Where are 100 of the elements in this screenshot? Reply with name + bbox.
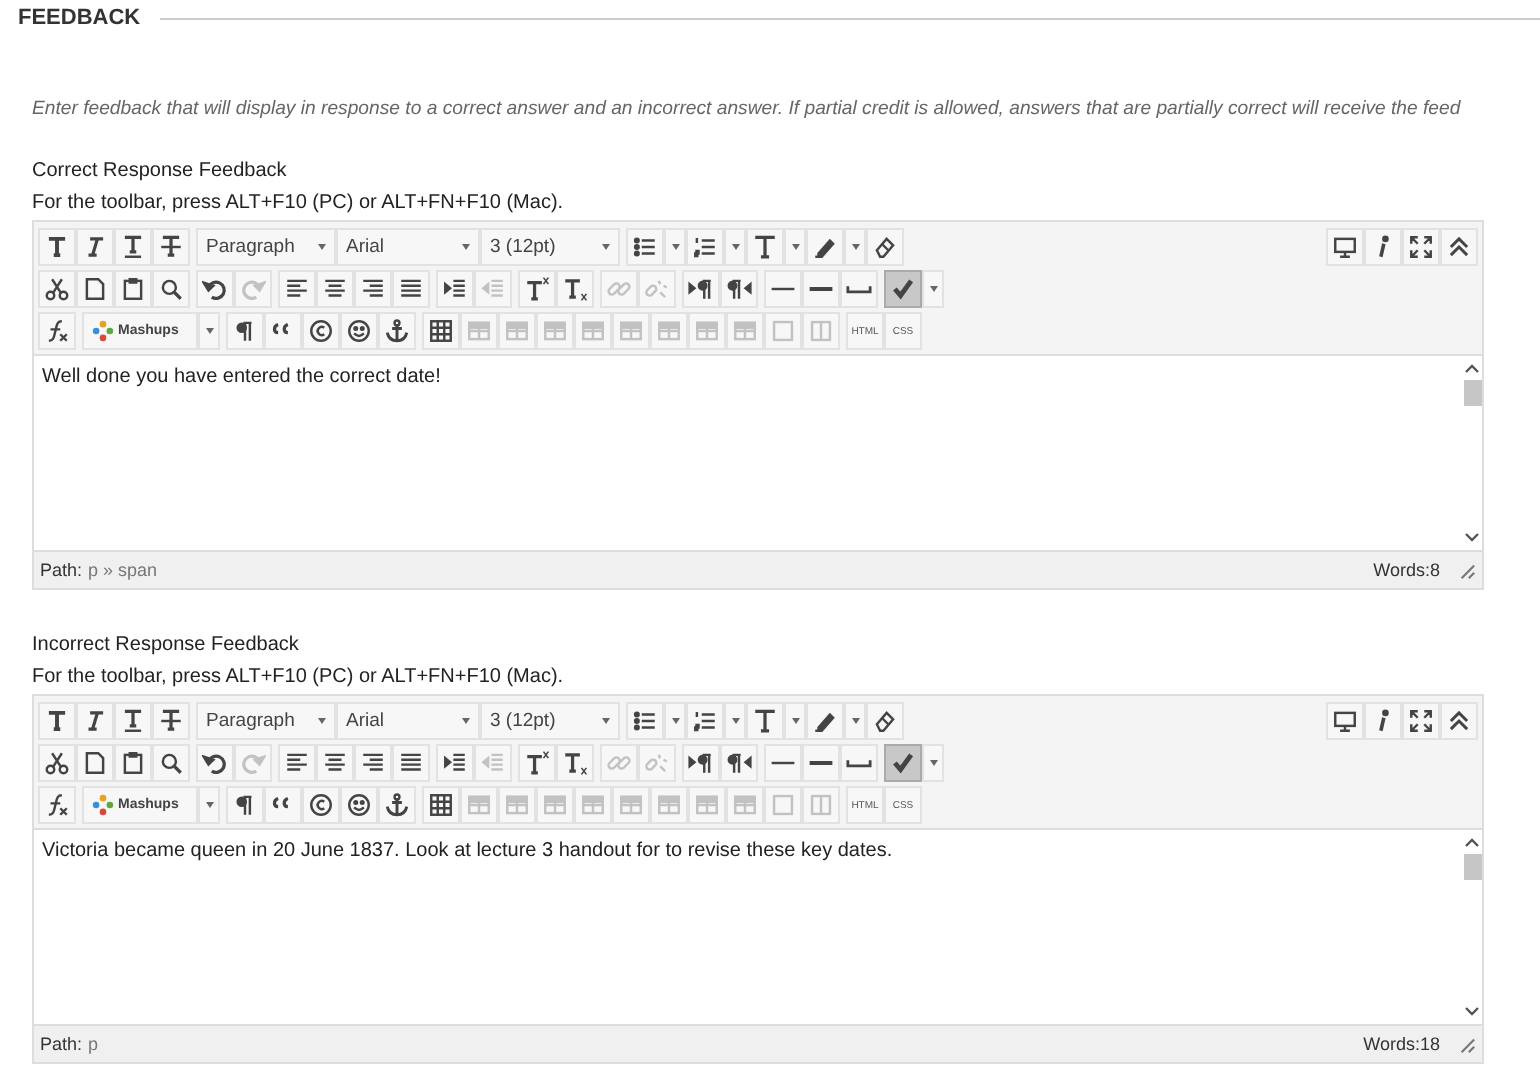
align-center-button[interactable] — [316, 744, 354, 782]
underline-button[interactable] — [114, 228, 152, 266]
subscript-button[interactable] — [556, 270, 594, 308]
italic-button[interactable] — [76, 228, 114, 266]
menu-arrow-button[interactable] — [922, 270, 944, 308]
align-right-button[interactable] — [354, 744, 392, 782]
math-editor-button[interactable] — [38, 786, 76, 824]
mashups-menu-button[interactable] — [198, 312, 220, 350]
highlight-button[interactable] — [806, 228, 844, 266]
strikethrough-button[interactable] — [152, 702, 190, 740]
paragraph-mark-button[interactable] — [226, 786, 264, 824]
blockquote-button[interactable] — [264, 312, 302, 350]
anchor-button[interactable] — [378, 312, 416, 350]
italic-button[interactable] — [76, 702, 114, 740]
font-dropdown[interactable]: Arial — [336, 702, 480, 740]
bold-button[interactable] — [38, 228, 76, 266]
nonbreaking-space-button[interactable] — [840, 744, 878, 782]
special-character-button[interactable] — [302, 312, 340, 350]
subscript-button[interactable] — [556, 744, 594, 782]
table-button[interactable] — [422, 786, 460, 824]
cut-button[interactable] — [38, 270, 76, 308]
nonbreaking-space-button[interactable] — [840, 270, 878, 308]
numbered-list-button[interactable] — [686, 702, 724, 740]
horizontal-line-button[interactable] — [764, 270, 802, 308]
undo-button[interactable] — [196, 270, 234, 308]
menu-arrow-button[interactable] — [664, 702, 686, 740]
math-editor-button[interactable] — [38, 312, 76, 350]
clear-formatting-button[interactable] — [866, 228, 904, 266]
align-right-button[interactable] — [354, 270, 392, 308]
right-to-left-button[interactable] — [720, 270, 758, 308]
text-color-button[interactable] — [746, 702, 784, 740]
spellcheck-button[interactable] — [884, 270, 922, 308]
superscript-button[interactable] — [518, 744, 556, 782]
menu-arrow-button[interactable] — [784, 702, 806, 740]
thick-line-button[interactable] — [802, 270, 840, 308]
size-dropdown[interactable]: 3 (12pt) — [480, 702, 620, 740]
left-to-right-button[interactable] — [682, 270, 720, 308]
fullscreen-button[interactable] — [1402, 702, 1440, 740]
bullet-list-button[interactable] — [626, 228, 664, 266]
scroll-thumb[interactable] — [1463, 854, 1481, 880]
anchor-button[interactable] — [378, 786, 416, 824]
menu-arrow-button[interactable] — [724, 228, 746, 266]
menu-arrow-button[interactable] — [664, 228, 686, 266]
indent-button[interactable] — [436, 270, 474, 308]
table-button[interactable] — [422, 312, 460, 350]
text-color-button[interactable] — [746, 228, 784, 266]
info-button[interactable] — [1364, 228, 1402, 266]
superscript-button[interactable] — [518, 270, 556, 308]
find-button[interactable] — [152, 744, 190, 782]
bold-button[interactable] — [38, 702, 76, 740]
info-button[interactable] — [1364, 702, 1402, 740]
format-dropdown[interactable]: Paragraph — [196, 228, 336, 266]
editor-text[interactable]: Victoria became queen in 20 June 1837. Look at lecture 3 handout for to revise these key dates. — [34, 830, 1462, 1024]
new-document-button[interactable] — [76, 744, 114, 782]
blockquote-button[interactable] — [264, 786, 302, 824]
menu-arrow-button[interactable] — [784, 228, 806, 266]
collapse-button[interactable] — [1440, 702, 1478, 740]
right-to-left-button[interactable] — [720, 744, 758, 782]
resize-grip-icon[interactable] — [1458, 561, 1476, 579]
special-character-button[interactable] — [302, 786, 340, 824]
emoticon-button[interactable] — [340, 312, 378, 350]
numbered-list-button[interactable] — [686, 228, 724, 266]
preview-button[interactable] — [1326, 228, 1364, 266]
justify-button[interactable] — [392, 744, 430, 782]
undo-button[interactable] — [196, 744, 234, 782]
emoticon-button[interactable] — [340, 786, 378, 824]
align-left-button[interactable] — [278, 744, 316, 782]
paste-button[interactable] — [114, 270, 152, 308]
thick-line-button[interactable] — [802, 744, 840, 782]
underline-button[interactable] — [114, 702, 152, 740]
align-center-button[interactable] — [316, 270, 354, 308]
fullscreen-button[interactable] — [1402, 228, 1440, 266]
highlight-button[interactable] — [806, 702, 844, 740]
scroll-thumb[interactable] — [1463, 380, 1481, 406]
cut-button[interactable] — [38, 744, 76, 782]
menu-arrow-button[interactable] — [724, 702, 746, 740]
size-dropdown[interactable]: 3 (12pt) — [480, 228, 620, 266]
menu-arrow-button[interactable] — [844, 702, 866, 740]
collapse-button[interactable] — [1440, 228, 1478, 266]
left-to-right-button[interactable] — [682, 744, 720, 782]
menu-arrow-button[interactable] — [844, 228, 866, 266]
strikethrough-button[interactable] — [152, 228, 190, 266]
new-document-button[interactable] — [76, 270, 114, 308]
format-dropdown[interactable]: Paragraph — [196, 702, 336, 740]
paragraph-mark-button[interactable] — [226, 312, 264, 350]
bullet-list-button[interactable] — [626, 702, 664, 740]
indent-button[interactable] — [436, 744, 474, 782]
paste-button[interactable] — [114, 744, 152, 782]
align-left-button[interactable] — [278, 270, 316, 308]
justify-button[interactable] — [392, 270, 430, 308]
spellcheck-button[interactable] — [884, 744, 922, 782]
find-button[interactable] — [152, 270, 190, 308]
horizontal-line-button[interactable] — [764, 744, 802, 782]
font-dropdown[interactable]: Arial — [336, 228, 480, 266]
resize-grip-icon[interactable] — [1458, 1035, 1476, 1053]
mashups-menu-button[interactable] — [198, 786, 220, 824]
editor-text[interactable]: Well done you have entered the correct date! — [34, 356, 1462, 550]
preview-button[interactable] — [1326, 702, 1364, 740]
clear-formatting-button[interactable] — [866, 702, 904, 740]
menu-arrow-button[interactable] — [922, 744, 944, 782]
